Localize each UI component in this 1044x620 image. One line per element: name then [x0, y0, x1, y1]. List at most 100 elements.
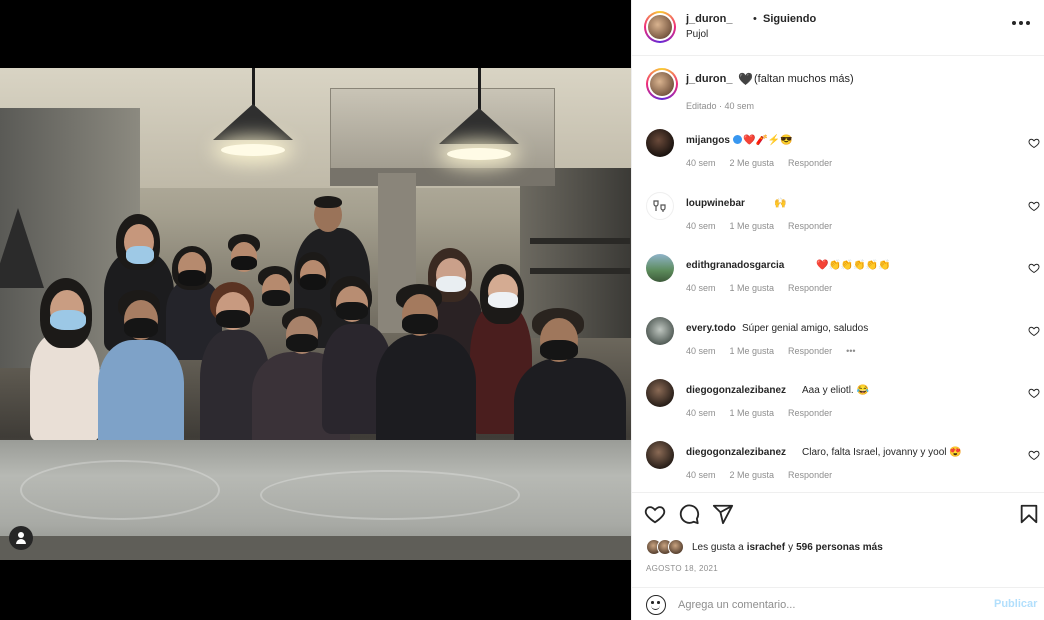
caption-username[interactable]: j_duron_	[686, 73, 732, 85]
likes-others-link[interactable]: 596 personas más	[796, 542, 883, 553]
comment-item: diegogonzalezibanez Claro, falta Israel,…	[646, 441, 1040, 497]
post-actions: Les gusta a israchef y 596 personas más …	[632, 492, 1044, 620]
comment-meta: 40 sem 1 Me gusta Responder •••	[686, 346, 856, 356]
comment-meta: 40 sem 2 Me gusta Responder	[686, 470, 832, 480]
photo-shelf	[530, 238, 630, 244]
comment-likes[interactable]: 1 Me gusta	[730, 408, 775, 418]
comment-username[interactable]: mijangos	[686, 135, 742, 146]
like-comment-heart-icon[interactable]	[1028, 200, 1040, 212]
more-options-icon[interactable]	[1012, 17, 1032, 29]
commenter-avatar[interactable]	[646, 379, 674, 407]
reply-button[interactable]: Responder	[788, 221, 832, 231]
comment-likes[interactable]: 2 Me gusta	[730, 470, 775, 480]
photo-panel	[0, 0, 631, 620]
comment-text: ❤️🧨⚡😎	[743, 135, 793, 146]
reply-button[interactable]: Responder	[788, 408, 832, 418]
comment-username[interactable]: loupwinebar	[686, 198, 745, 209]
photo-marble-vein	[260, 470, 520, 520]
comment-item: every.todo Súper genial amigo, saludos 4…	[646, 317, 1040, 373]
comment-username[interactable]: every.todo	[686, 323, 736, 334]
reply-button[interactable]: Responder	[788, 283, 832, 293]
caption-meta: Editado · 40 sem	[686, 101, 755, 111]
post-header: j_duron_ • Siguiendo Pujol	[632, 0, 1044, 56]
comment-username[interactable]: edithgranadosgarcia	[686, 260, 784, 271]
like-comment-heart-icon[interactable]	[1028, 387, 1040, 399]
likes-summary: Les gusta a israchef y 596 personas más	[646, 539, 886, 555]
comment-more-options-icon[interactable]: •••	[846, 346, 855, 356]
comment-meta: 40 sem 2 Me gusta Responder	[686, 158, 832, 168]
photo-hood-front	[330, 168, 555, 186]
reply-button[interactable]: Responder	[788, 346, 832, 356]
caption-avatar[interactable]	[646, 68, 678, 100]
comment-time[interactable]: 40 sem	[686, 408, 716, 418]
commenter-avatar[interactable]	[646, 254, 674, 282]
verified-badge-icon	[732, 135, 742, 144]
comment-likes[interactable]: 2 Me gusta	[730, 158, 775, 168]
post-date[interactable]: AGOSTO 18, 2021	[646, 564, 718, 573]
photo-lamp-light	[221, 144, 285, 156]
photo-counter-edge	[0, 536, 631, 560]
comment-time[interactable]: 40 sem	[686, 158, 716, 168]
photo-lamp-light	[447, 148, 511, 160]
comment-bubble-icon[interactable]	[678, 503, 700, 525]
comment-text: ❤️👏👏👏👏👏	[816, 260, 891, 271]
comment-time[interactable]: 40 sem	[686, 221, 716, 231]
comment-item: loupwinebar 🙌 40 sem 1 Me gusta Responde…	[646, 192, 1040, 248]
commenter-avatar[interactable]	[646, 317, 674, 345]
post-photo[interactable]	[0, 68, 631, 560]
post-side-panel: j_duron_ • Siguiendo Pujol j_duron_ 🖤 (f…	[631, 0, 1044, 620]
comment-text: 🙌	[774, 198, 787, 209]
commenter-avatar[interactable]	[646, 192, 674, 220]
add-comment-bar: Publicar	[632, 587, 1044, 620]
instagram-post-modal: j_duron_ • Siguiendo Pujol j_duron_ 🖤 (f…	[0, 0, 1044, 620]
like-comment-heart-icon[interactable]	[1028, 449, 1040, 461]
photo-marble-vein	[20, 460, 220, 520]
comment-username[interactable]: diegogonzalezibanez	[686, 385, 786, 396]
likes-conj: y	[788, 541, 794, 553]
comment-time[interactable]: 40 sem	[686, 346, 716, 356]
comment-text: Aaa y eliotl. 😂	[802, 385, 869, 396]
publish-button[interactable]: Publicar	[994, 598, 1037, 610]
commenter-avatar[interactable]	[646, 441, 674, 469]
commenter-avatar[interactable]	[646, 129, 674, 157]
comment-item: edithgranadosgarcia ❤️👏👏👏👏👏 40 sem 1 Me …	[646, 254, 1040, 310]
heart-icon[interactable]	[644, 503, 666, 525]
reply-button[interactable]: Responder	[788, 470, 832, 480]
separator-dot: •	[753, 13, 757, 25]
comment-meta: 40 sem 1 Me gusta Responder	[686, 283, 832, 293]
author-avatar[interactable]	[644, 11, 676, 43]
comment-time[interactable]: 40 sem	[686, 283, 716, 293]
paper-plane-icon[interactable]	[712, 503, 734, 525]
like-comment-heart-icon[interactable]	[1028, 137, 1040, 149]
bookmark-icon[interactable]	[1018, 503, 1040, 525]
comment-likes[interactable]: 1 Me gusta	[730, 221, 775, 231]
photo-shelf	[530, 268, 630, 274]
comment-text: Claro, falta Israel, jovanny y yool 😍	[802, 447, 962, 458]
author-username[interactable]: j_duron_	[686, 13, 732, 25]
tagged-users-button[interactable]	[9, 526, 33, 550]
photo-lamp-cord	[478, 68, 481, 110]
emoji-picker-icon[interactable]	[646, 595, 666, 615]
comment-likes[interactable]: 1 Me gusta	[730, 346, 775, 356]
caption-emoji: 🖤	[738, 72, 753, 86]
like-comment-heart-icon[interactable]	[1028, 325, 1040, 337]
photo-lamp	[439, 108, 519, 144]
comment-input[interactable]	[678, 595, 978, 615]
like-comment-heart-icon[interactable]	[1028, 262, 1040, 274]
photo-lamp-left	[0, 208, 44, 288]
liker-avatars[interactable]	[646, 539, 686, 555]
photo-lamp-cord	[252, 68, 255, 106]
comment-item: diegogonzalezibanez Aaa y eliotl. 😂 40 s…	[646, 379, 1040, 435]
reply-button[interactable]: Responder	[788, 158, 832, 168]
comment-meta: 40 sem 1 Me gusta Responder	[686, 408, 832, 418]
following-button[interactable]: Siguiendo	[763, 13, 816, 25]
location-link[interactable]: Pujol	[686, 29, 708, 40]
comment-likes[interactable]: 1 Me gusta	[730, 283, 775, 293]
comment-username[interactable]: diegogonzalezibanez	[686, 447, 786, 458]
wine-logo-icon	[653, 200, 666, 212]
likes-user-link[interactable]: israchef	[747, 542, 785, 553]
photo-lamp	[213, 104, 293, 140]
caption-text: (faltan muchos más)	[754, 73, 854, 85]
comment-time[interactable]: 40 sem	[686, 470, 716, 480]
likes-prefix: Les gusta a	[692, 541, 744, 553]
